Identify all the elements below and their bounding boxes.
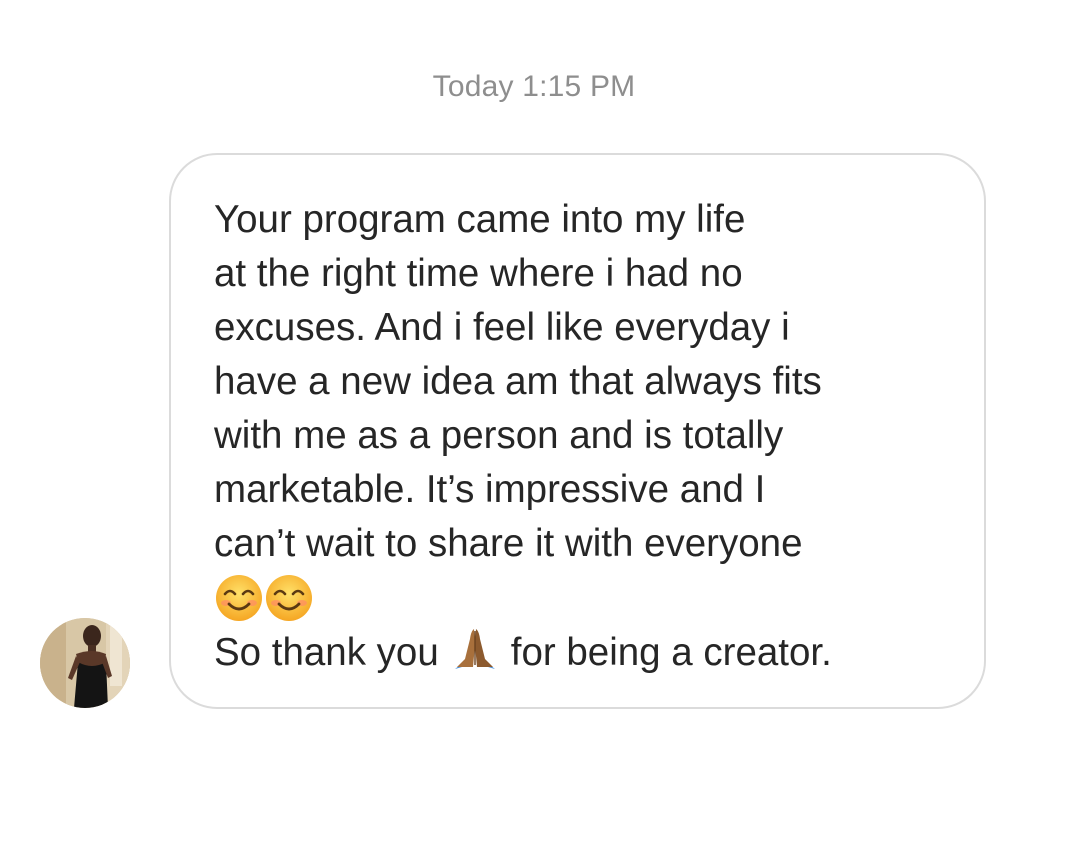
smiling-face-with-smiling-eyes-icon xyxy=(214,573,264,623)
message-line: can’t wait to share it with everyone xyxy=(214,522,803,565)
avatar-photo xyxy=(40,618,130,708)
message-line: excuses. And i feel like everyday i xyxy=(214,306,790,349)
message-line: with me as a person and is totally xyxy=(214,414,784,457)
message-emoji-line xyxy=(214,571,944,625)
message-bubble[interactable]: Your program came into my life at the ri… xyxy=(169,153,986,709)
message-line: have a new idea am that always fits xyxy=(214,360,822,403)
sender-avatar[interactable] xyxy=(40,618,130,708)
message-closing-line: So thank you for being a creator. xyxy=(214,625,944,679)
message-line: at the right time where i had no xyxy=(214,252,743,295)
message-closing-after: for being a creator. xyxy=(510,631,832,674)
message-closing-before: So thank you xyxy=(214,631,439,674)
folded-hands-icon xyxy=(447,625,503,673)
message-line: marketable. It’s impressive and I xyxy=(214,468,766,511)
smiling-face-with-smiling-eyes-icon xyxy=(264,573,314,623)
message-line: Your program came into my life xyxy=(214,198,746,241)
message-thread: Your program came into my life at the ri… xyxy=(0,0,1068,860)
